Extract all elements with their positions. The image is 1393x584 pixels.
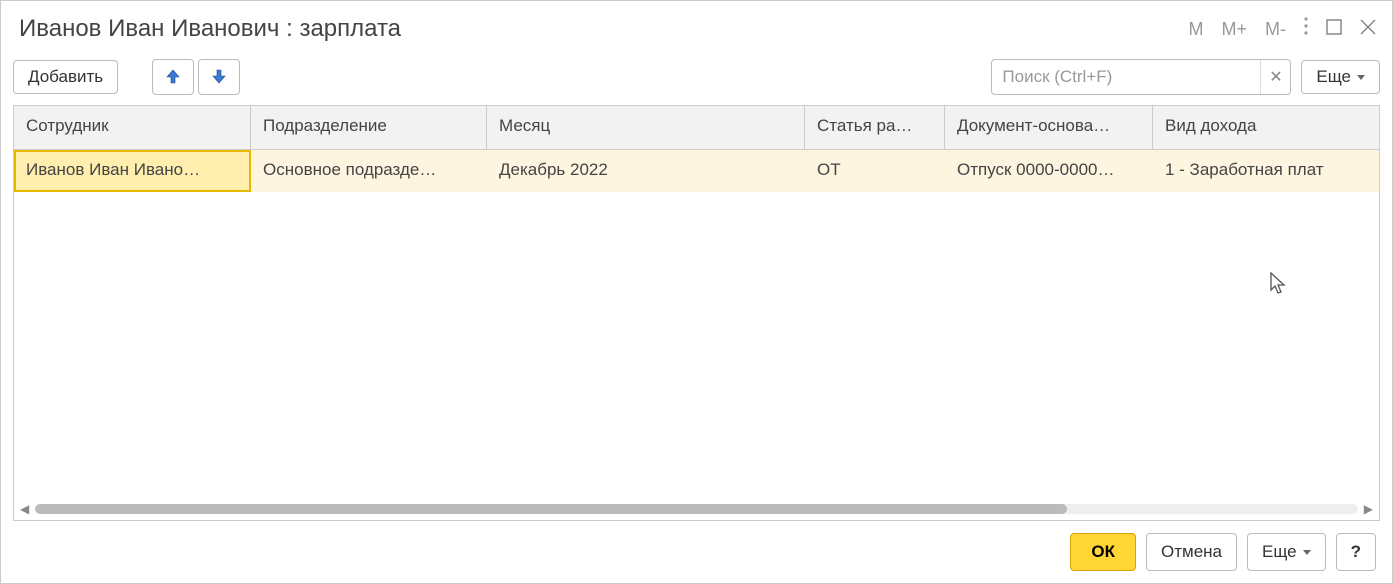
scrollbar-track[interactable] [35, 504, 1358, 514]
toolbar-right: ✕ Еще [991, 59, 1380, 95]
cell-base-document[interactable]: Отпуск 0000-0000… [945, 150, 1153, 192]
x-icon: ✕ [1269, 69, 1282, 86]
move-up-button[interactable] [152, 59, 194, 95]
scroll-left-icon[interactable]: ◀ [20, 502, 29, 516]
memory-m-plus-button[interactable]: M+ [1221, 19, 1247, 40]
help-button[interactable]: ? [1336, 533, 1376, 571]
table-header: Сотрудник Подразделение Месяц Статья ра…… [14, 106, 1379, 150]
search-field-wrap: ✕ [991, 59, 1291, 95]
cancel-button[interactable]: Отмена [1146, 533, 1237, 571]
cell-department[interactable]: Основное подразде… [251, 150, 487, 192]
column-header-employee[interactable]: Сотрудник [14, 106, 251, 149]
arrow-down-icon [210, 67, 228, 88]
horizontal-scrollbar[interactable]: ◀ ▶ [14, 498, 1379, 520]
add-button[interactable]: Добавить [13, 60, 118, 94]
footer: ОК Отмена Еще ? [13, 521, 1380, 575]
cell-employee[interactable]: Иванов Иван Ивано… [14, 150, 251, 192]
titlebar: Иванов Иван Иванович : зарплата M M+ M- [13, 9, 1380, 57]
table-body[interactable]: Иванов Иван Ивано… Основное подразде… Де… [14, 150, 1379, 498]
search-input[interactable] [992, 67, 1260, 87]
titlebar-controls: M M+ M- [1188, 17, 1376, 41]
column-header-income-type[interactable]: Вид дохода [1153, 106, 1379, 149]
window-title: Иванов Иван Иванович : зарплата [19, 15, 401, 43]
column-header-base-document[interactable]: Документ-основа… [945, 106, 1153, 149]
cell-month[interactable]: Декабрь 2022 [487, 150, 805, 192]
data-table: Сотрудник Подразделение Месяц Статья ра…… [13, 105, 1380, 521]
toolbar: Добавить ✕ Ещ [13, 57, 1380, 105]
ok-button[interactable]: ОК [1070, 533, 1136, 571]
cell-expense-item[interactable]: ОТ [805, 150, 945, 192]
move-down-button[interactable] [198, 59, 240, 95]
clear-search-button[interactable]: ✕ [1260, 60, 1290, 94]
salary-window: Иванов Иван Иванович : зарплата M M+ M- … [0, 0, 1393, 584]
cell-income-type[interactable]: 1 - Заработная плат [1153, 150, 1379, 192]
scrollbar-thumb[interactable] [35, 504, 1067, 514]
footer-more-button[interactable]: Еще [1247, 533, 1326, 571]
memory-m-minus-button[interactable]: M- [1265, 19, 1286, 40]
memory-m-button[interactable]: M [1188, 19, 1203, 40]
table-row[interactable]: Иванов Иван Ивано… Основное подразде… Де… [14, 150, 1379, 192]
column-header-department[interactable]: Подразделение [251, 106, 487, 149]
arrow-up-icon [164, 67, 182, 88]
close-icon[interactable] [1360, 19, 1376, 40]
column-header-expense-item[interactable]: Статья ра… [805, 106, 945, 149]
kebab-menu-icon[interactable] [1304, 17, 1308, 41]
scroll-right-icon[interactable]: ▶ [1364, 502, 1373, 516]
toolbar-left: Добавить [13, 59, 240, 95]
maximize-icon[interactable] [1326, 19, 1342, 40]
column-header-month[interactable]: Месяц [487, 106, 805, 149]
toolbar-more-button[interactable]: Еще [1301, 60, 1380, 94]
